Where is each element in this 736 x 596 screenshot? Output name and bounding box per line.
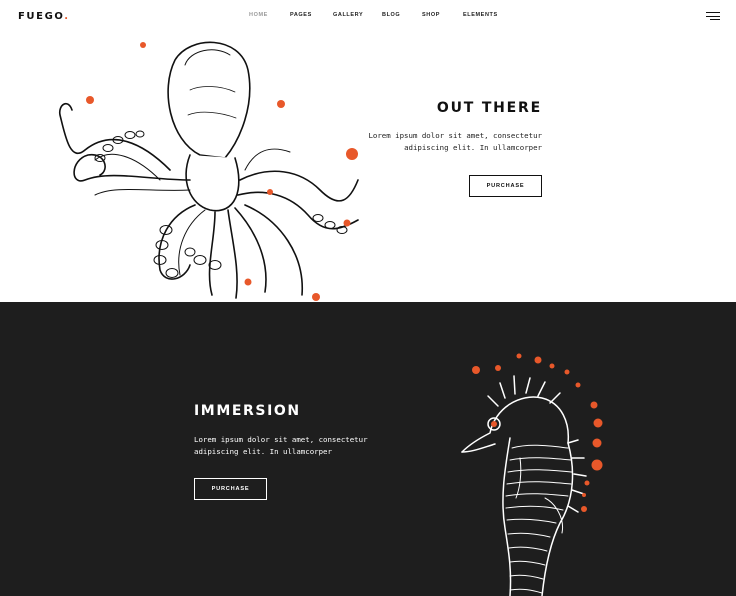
main-nav: HOME PAGES GALLERY BLOG SHOP ELEMENTS (0, 12, 736, 22)
nav-item-shop[interactable]: SHOP (422, 12, 440, 18)
octopus-illustration (58, 41, 359, 301)
hero-description: Lorem ipsum dolor sit amet, consectetur … (368, 131, 542, 152)
hero-purchase-button[interactable]: PURCHASE (469, 175, 542, 197)
nav-item-blog[interactable]: BLOG (382, 12, 400, 18)
nav-item-pages[interactable]: PAGES (290, 12, 312, 18)
site-header: FUEGO. HOME PAGES GALLERY BLOG SHOP ELEM… (0, 0, 736, 34)
hero-title: OUT THERE (436, 100, 542, 116)
immersion-description: Lorem ipsum dolor sit amet, consectetur … (194, 435, 368, 456)
nav-item-gallery[interactable]: GALLERY (333, 12, 363, 18)
immersion-title: IMMERSION (194, 403, 301, 419)
nav-item-elements[interactable]: ELEMENTS (463, 12, 498, 18)
nav-item-home[interactable]: HOME (249, 12, 268, 18)
immersion-purchase-button[interactable]: PURCHASE (194, 478, 267, 500)
hamburger-menu-icon[interactable] (706, 12, 720, 21)
seahorse-illustration (461, 353, 603, 596)
